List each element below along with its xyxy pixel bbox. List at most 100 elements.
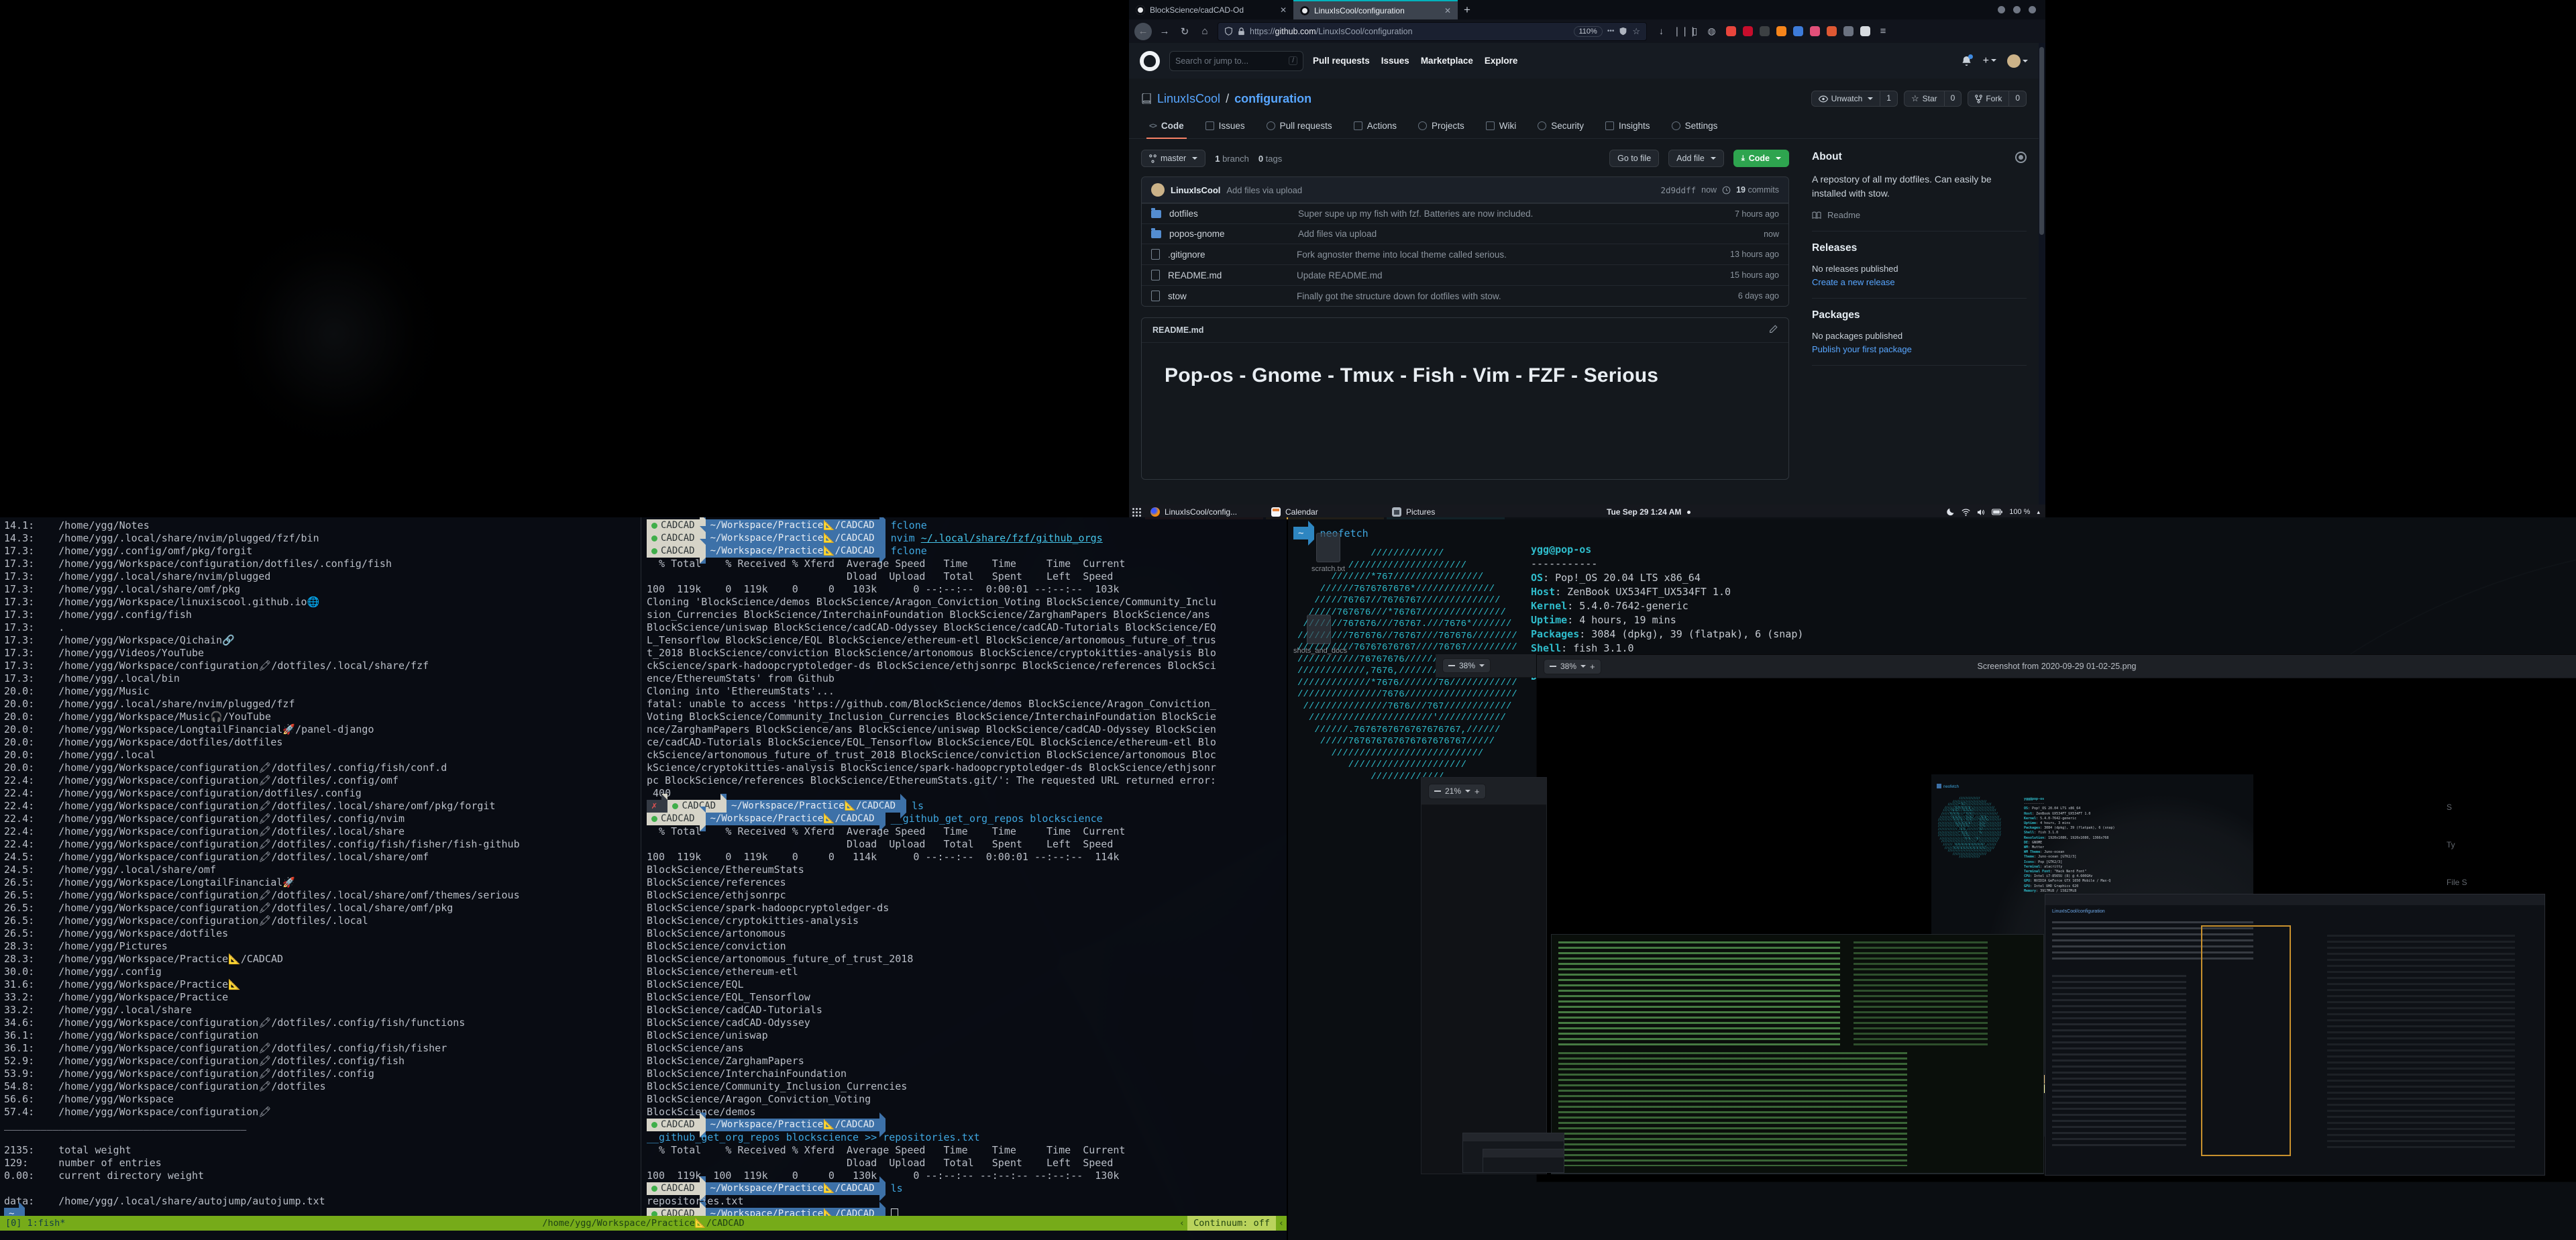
- menu-icon[interactable]: ≡: [1876, 25, 1890, 37]
- file-name-link[interactable]: README.md: [1168, 270, 1289, 280]
- cat-ext-icon[interactable]: [1760, 26, 1770, 36]
- github-search[interactable]: Search or jump to... /: [1169, 51, 1303, 71]
- sidebar-icon[interactable]: ▯: [1690, 26, 1700, 36]
- duckduckgo-icon[interactable]: [1827, 26, 1837, 36]
- home-button[interactable]: ⌂: [1197, 25, 1212, 37]
- tray-caret[interactable]: ▴: [2037, 509, 2040, 516]
- page-actions-icon[interactable]: •••: [1607, 28, 1615, 35]
- chevron-down-icon[interactable]: [1580, 665, 1586, 668]
- tracking-shield-icon[interactable]: [1224, 27, 1233, 36]
- edit-readme-pencil-icon[interactable]: [1769, 325, 1778, 335]
- fork-button[interactable]: Fork: [1968, 91, 2009, 107]
- create-release-link[interactable]: Create a new release: [1812, 277, 2027, 287]
- tag-count[interactable]: 0 tags: [1258, 154, 1282, 164]
- url-bar[interactable]: https://github.com/LinuxIsCool/configura…: [1218, 22, 1647, 41]
- zoom-control[interactable]: 38% +: [1544, 659, 1601, 674]
- repo-name-link[interactable]: configuration: [1234, 92, 1311, 106]
- repo-owner-link[interactable]: LinuxIsCool: [1157, 92, 1220, 106]
- forward-button[interactable]: →: [1157, 25, 1172, 37]
- file-name-link[interactable]: popos-gnome: [1169, 229, 1290, 239]
- commit-message-link[interactable]: Add files via upload: [1226, 185, 1302, 195]
- star-button[interactable]: ☆Star: [1904, 91, 1945, 107]
- taskbar-clock[interactable]: Tue Sep 29 1:24 AM: [1607, 507, 1690, 517]
- zoom-out-icon[interactable]: [1434, 790, 1441, 792]
- zoom-out-icon[interactable]: [1550, 666, 1556, 667]
- file-commit-message[interactable]: Fork agnoster theme into local theme cal…: [1297, 250, 1722, 260]
- about-gear-icon[interactable]: [2015, 152, 2027, 163]
- table-row[interactable]: README.mdUpdate README.md15 hours ago: [1142, 264, 1788, 285]
- desktop-icon-shots-and-docs[interactable]: shots_and_docs: [1293, 615, 1344, 655]
- table-row[interactable]: dotfilesSuper supe up my fish with fzf. …: [1142, 203, 1788, 223]
- branch-selector[interactable]: master: [1141, 150, 1205, 167]
- viewer-headerbar[interactable]: 38% + Screenshot from 2020-09-29 01-02-2…: [1537, 655, 2576, 678]
- commit-sha-link[interactable]: 2d9ddff: [1660, 185, 1696, 195]
- tab-insights[interactable]: Insights: [1597, 115, 1658, 138]
- go-to-file-button[interactable]: Go to file: [1609, 150, 1659, 167]
- tab-pull-requests[interactable]: Pull requests: [1258, 115, 1340, 138]
- bookmark-star-icon[interactable]: ☆: [1632, 26, 1640, 37]
- publish-package-link[interactable]: Publish your first package: [1812, 344, 2027, 354]
- branch-count[interactable]: 1 branch: [1215, 154, 1249, 164]
- unwatch-button[interactable]: Unwatch: [1811, 91, 1881, 107]
- shield-ext-icon[interactable]: [1793, 26, 1803, 36]
- file-name-link[interactable]: .gitignore: [1168, 250, 1289, 260]
- zoom-control[interactable]: 38%: [1442, 658, 1491, 673]
- download-icon[interactable]: ↓: [1656, 26, 1666, 36]
- table-row[interactable]: .gitignore Fork agnoster theme into local…: [1142, 244, 1788, 264]
- file-path-link[interactable]: ~/.local/share/fzf/github_orgs: [921, 532, 1103, 544]
- snowflake-ext-icon[interactable]: [1843, 26, 1854, 36]
- tab-projects[interactable]: Projects: [1410, 115, 1472, 138]
- tab-actions[interactable]: Actions: [1346, 115, 1405, 138]
- account-icon[interactable]: ◍: [1707, 26, 1717, 36]
- firefox-dev-icon[interactable]: [1726, 26, 1736, 36]
- header-nav-pull-requests[interactable]: Pull requests: [1313, 56, 1370, 66]
- header-nav-issues[interactable]: Issues: [1381, 56, 1409, 66]
- add-file-button[interactable]: Add file: [1668, 150, 1724, 167]
- reload-button[interactable]: ↻: [1177, 25, 1192, 38]
- library-icon[interactable]: ❘❘❘: [1673, 26, 1683, 36]
- zoom-out-icon[interactable]: [1448, 665, 1455, 666]
- desktop-icon-scratch[interactable]: scratch.txt: [1303, 533, 1354, 573]
- scrollbar[interactable]: [2039, 47, 2044, 235]
- new-tab-button[interactable]: +: [1458, 0, 1477, 19]
- bird-ext-icon[interactable]: [1810, 26, 1820, 36]
- profile-menu[interactable]: [2007, 54, 2028, 68]
- commit-author-link[interactable]: LinuxIsCool: [1171, 185, 1220, 195]
- tab-issues[interactable]: Issues: [1197, 115, 1253, 138]
- tab-blockscience[interactable]: BlockScience/cadCAD-Od ✕: [1129, 0, 1293, 19]
- commits-count-link[interactable]: 19 commits: [1736, 185, 1779, 195]
- file-commit-message[interactable]: Update README.md: [1297, 270, 1722, 280]
- create-new-button[interactable]: +: [1983, 55, 1996, 67]
- status-tray[interactable]: 100 % ▴: [1947, 508, 2045, 516]
- fish-pane[interactable]: CADCAD~/Workspace/Practice📐/CADCADfclone…: [641, 517, 1287, 1216]
- tab-close-icon[interactable]: ✕: [1280, 5, 1287, 15]
- github-logo[interactable]: [1140, 51, 1160, 71]
- chevron-down-icon[interactable]: [1479, 664, 1485, 667]
- tab-linuxiscool-configuration[interactable]: LinuxIsCool/configuration ✕: [1293, 0, 1458, 19]
- file-commit-message[interactable]: Finally got the structure down for dotfi…: [1297, 291, 1730, 301]
- tab-close-icon[interactable]: ✕: [1444, 6, 1451, 15]
- file-name-link[interactable]: stow: [1168, 291, 1289, 301]
- file-commit-message[interactable]: Super supe up my fish with fzf. Batterie…: [1298, 209, 1727, 219]
- shield-perm-icon[interactable]: [1619, 27, 1627, 36]
- zoom-in-icon[interactable]: +: [1590, 662, 1595, 672]
- header-nav-marketplace[interactable]: Marketplace: [1421, 56, 1473, 66]
- commit-avatar[interactable]: [1151, 183, 1165, 197]
- zoom-control[interactable]: 21% +: [1428, 784, 1486, 799]
- file-commit-message[interactable]: Add files via upload: [1298, 229, 1756, 239]
- watch-count[interactable]: 1: [1880, 91, 1898, 107]
- clipboard-ext-icon[interactable]: [1860, 26, 1870, 36]
- zoom-badge[interactable]: 110%: [1574, 26, 1603, 37]
- adblock-icon[interactable]: [1743, 26, 1753, 36]
- zoom-in-icon[interactable]: +: [1474, 786, 1480, 796]
- readme-link[interactable]: Readme: [1812, 210, 2027, 220]
- tab-wiki[interactable]: Wiki: [1478, 115, 1525, 138]
- code-button[interactable]: ⤓Code: [1733, 150, 1789, 167]
- star-count[interactable]: 0: [1945, 91, 1962, 107]
- tab-code[interactable]: <>Code: [1141, 115, 1192, 138]
- tab-settings[interactable]: Settings: [1664, 115, 1726, 138]
- metamask-icon[interactable]: [1776, 26, 1786, 36]
- window-buttons[interactable]: [1998, 0, 2045, 19]
- tab-security[interactable]: Security: [1529, 115, 1592, 138]
- header-nav-explore[interactable]: Explore: [1485, 56, 1518, 66]
